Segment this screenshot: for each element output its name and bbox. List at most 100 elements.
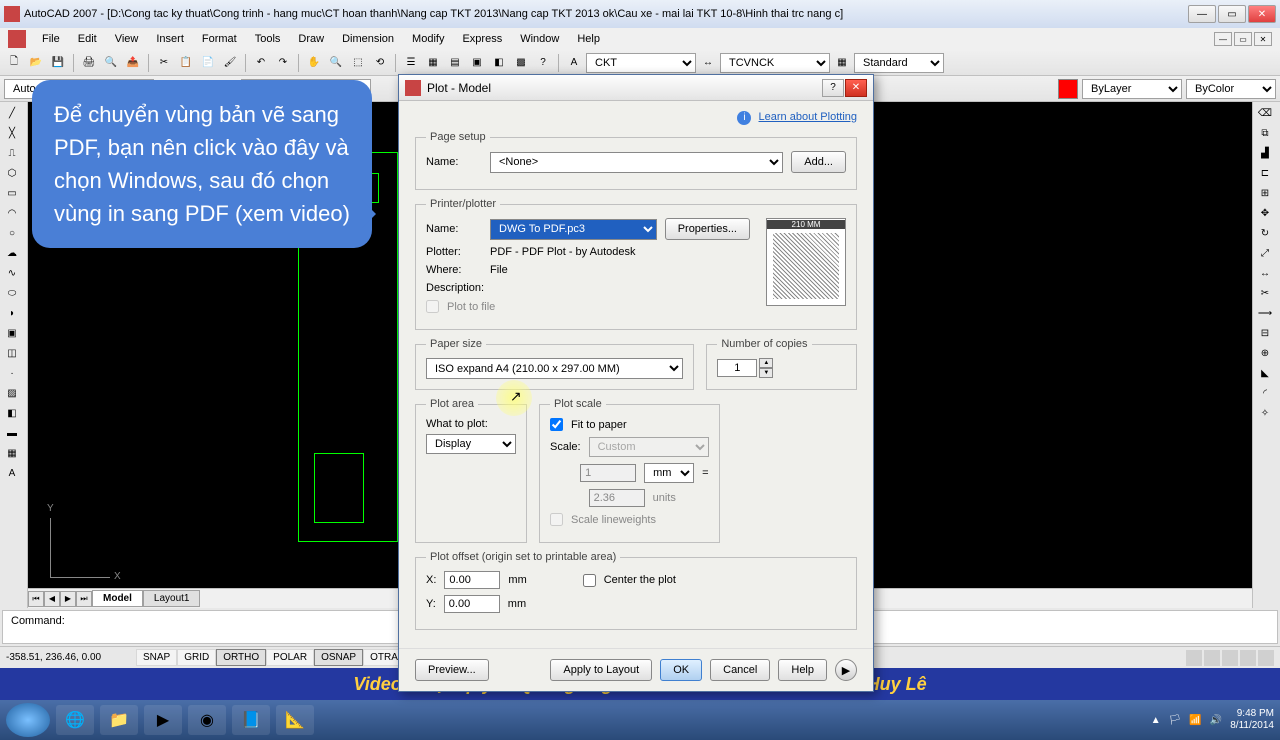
status-tray-icon[interactable] [1186, 650, 1202, 666]
doc-restore[interactable]: ▭ [1234, 32, 1252, 46]
extend-icon[interactable]: ⟶ [1255, 304, 1275, 322]
help-button[interactable]: Help [778, 659, 827, 681]
ok-button[interactable]: OK [660, 659, 702, 681]
ellipse-icon[interactable]: ⬭ [2, 284, 22, 302]
plotstyle-combo[interactable]: ByColor [1186, 79, 1276, 99]
linetype-combo[interactable]: ByLayer [1082, 79, 1182, 99]
app-menu-icon[interactable] [8, 30, 26, 48]
taskbar-explorer-icon[interactable]: 📁 [100, 705, 138, 735]
props-icon[interactable]: ☰ [401, 53, 421, 73]
menu-file[interactable]: File [34, 31, 68, 47]
tray-network-icon[interactable]: 📶 [1189, 715, 1201, 726]
copy-icon[interactable]: 📋 [176, 53, 196, 73]
zoom-prev-icon[interactable]: ⟲ [370, 53, 390, 73]
taskbar-autocad-icon[interactable]: 📐 [276, 705, 314, 735]
status-polar[interactable]: POLAR [266, 649, 314, 666]
menu-format[interactable]: Format [194, 31, 245, 47]
tray-volume-icon[interactable]: 🔊 [1210, 715, 1222, 726]
fit-to-paper-checkbox[interactable] [550, 418, 563, 431]
cut-icon[interactable]: ✂ [154, 53, 174, 73]
menu-insert[interactable]: Insert [148, 31, 192, 47]
publish-icon[interactable]: 📤 [123, 53, 143, 73]
open-icon[interactable]: 📂 [26, 53, 46, 73]
zoom-win-icon[interactable]: ⬚ [348, 53, 368, 73]
menu-help[interactable]: Help [569, 31, 608, 47]
markup-icon[interactable]: ◧ [489, 53, 509, 73]
line-icon[interactable]: ╱ [2, 104, 22, 122]
dimstyle-icon[interactable]: ↔ [698, 53, 718, 73]
tab-last-icon[interactable]: ⏭ [76, 591, 92, 607]
match-icon[interactable]: 🖌 [220, 53, 240, 73]
pline-icon[interactable]: ⎍ [2, 144, 22, 162]
offset-y-input[interactable] [444, 595, 500, 613]
taskbar-ie-icon[interactable]: 🌐 [56, 705, 94, 735]
dialog-title-bar[interactable]: Plot - Model ? ✕ [399, 75, 873, 101]
paper-size-combo[interactable]: ISO expand A4 (210.00 x 297.00 MM) [426, 358, 683, 379]
rotate-icon[interactable]: ↻ [1255, 224, 1275, 242]
dimstyle-combo[interactable]: TCVNCK [720, 53, 830, 73]
status-snap[interactable]: SNAP [136, 649, 177, 666]
menu-tools[interactable]: Tools [247, 31, 289, 47]
ellipse-arc-icon[interactable]: ◗ [2, 304, 22, 322]
offset-icon[interactable]: ⊏ [1255, 164, 1275, 182]
copies-up-icon[interactable]: ▲ [759, 358, 773, 368]
tab-next-icon[interactable]: ▶ [60, 591, 76, 607]
apply-to-layout-button[interactable]: Apply to Layout [550, 659, 652, 681]
table-icon[interactable]: ▦ [2, 444, 22, 462]
gradient-icon[interactable]: ◧ [2, 404, 22, 422]
copies-down-icon[interactable]: ▼ [759, 368, 773, 378]
cancel-button[interactable]: Cancel [710, 659, 770, 681]
rectangle-icon[interactable]: ▭ [2, 184, 22, 202]
taskbar-media-icon[interactable]: ▶ [144, 705, 182, 735]
point-icon[interactable]: · [2, 364, 22, 382]
chamfer-icon[interactable]: ◣ [1255, 364, 1275, 382]
design-center-icon[interactable]: ▦ [423, 53, 443, 73]
color-swatch[interactable] [1058, 79, 1078, 99]
polygon-icon[interactable]: ⬡ [2, 164, 22, 182]
offset-x-input[interactable] [444, 571, 500, 589]
center-plot-checkbox[interactable] [583, 574, 596, 587]
redo-icon[interactable]: ↷ [273, 53, 293, 73]
tablestyle-icon[interactable]: ▦ [832, 53, 852, 73]
revcloud-icon[interactable]: ☁ [2, 244, 22, 262]
menu-modify[interactable]: Modify [404, 31, 452, 47]
status-tray-icon[interactable] [1204, 650, 1220, 666]
status-ortho[interactable]: ORTHO [216, 649, 266, 666]
dialog-close-button[interactable]: ✕ [845, 79, 867, 97]
paste-icon[interactable]: 📄 [198, 53, 218, 73]
tab-model[interactable]: Model [92, 590, 143, 607]
new-icon[interactable]: 🗋 [4, 53, 24, 73]
status-tray-icon[interactable] [1222, 650, 1238, 666]
dialog-help-button[interactable]: ? [822, 79, 844, 97]
trim-icon[interactable]: ✂ [1255, 284, 1275, 302]
close-button[interactable]: ✕ [1248, 5, 1276, 23]
copies-input[interactable] [717, 359, 757, 377]
copy-obj-icon[interactable]: ⧉ [1255, 124, 1275, 142]
print-icon[interactable]: 🖨 [79, 53, 99, 73]
maximize-button[interactable]: ▭ [1218, 5, 1246, 23]
menu-edit[interactable]: Edit [70, 31, 105, 47]
learn-plotting-link[interactable]: Learn about Plotting [759, 111, 857, 123]
menu-draw[interactable]: Draw [290, 31, 332, 47]
page-setup-name-combo[interactable]: <None> [490, 152, 783, 173]
tray-expand-icon[interactable]: ▲ [1151, 715, 1161, 726]
spline-icon[interactable]: ∿ [2, 264, 22, 282]
move-icon[interactable]: ✥ [1255, 204, 1275, 222]
taskbar-chrome-icon[interactable]: ◉ [188, 705, 226, 735]
join-icon[interactable]: ⊕ [1255, 344, 1275, 362]
arc-icon[interactable]: ◠ [2, 204, 22, 222]
plotter-name-combo[interactable]: DWG To PDF.pc3 [490, 219, 657, 240]
fillet-icon[interactable]: ◜ [1255, 384, 1275, 402]
textstyle-combo[interactable]: CKT [586, 53, 696, 73]
scale-icon[interactable]: ⤢ [1255, 244, 1275, 262]
taskbar-clock[interactable]: 9:48 PM 8/11/2014 [1230, 708, 1274, 732]
circle-icon[interactable]: ○ [2, 224, 22, 242]
mirror-icon[interactable]: ▟ [1255, 144, 1275, 162]
insert-block-icon[interactable]: ▣ [2, 324, 22, 342]
start-button[interactable] [6, 703, 50, 737]
standard-combo[interactable]: Standard [854, 53, 944, 73]
xline-icon[interactable]: ╳ [2, 124, 22, 142]
break-icon[interactable]: ⊟ [1255, 324, 1275, 342]
tab-first-icon[interactable]: ⏮ [28, 591, 44, 607]
minimize-button[interactable]: — [1188, 5, 1216, 23]
